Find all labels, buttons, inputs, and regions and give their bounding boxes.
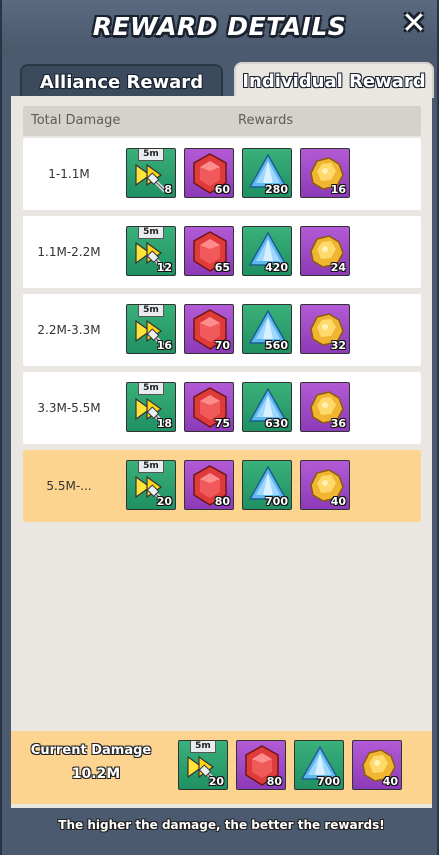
crystal-reward-item[interactable]: 700 [242, 460, 292, 510]
crystal-reward-item[interactable]: 280 [242, 148, 292, 198]
gem-reward-item[interactable]: 65 [184, 226, 234, 276]
ore-reward-item[interactable]: 36 [300, 382, 350, 432]
item-quantity: 40 [330, 495, 346, 508]
item-quantity: 60 [214, 183, 230, 196]
ore-reward-item[interactable]: 40 [352, 740, 402, 790]
item-quantity: 75 [214, 417, 230, 430]
damage-range: 1.1M-2.2M [37, 245, 101, 259]
close-icon[interactable]: ✕ [399, 9, 429, 39]
table-row: 5.5M-... 5m 20 80 700 40 [23, 450, 421, 522]
item-quantity: 80 [266, 775, 282, 788]
item-quantity: 700 [317, 775, 340, 788]
table-row: 2.2M-3.3M 5m 16 70 560 32 [23, 294, 421, 366]
ore-reward-item[interactable]: 40 [300, 460, 350, 510]
current-damage-label: Current Damage [30, 743, 152, 758]
item-quantity: 8 [164, 183, 172, 196]
damage-range: 1-1.1M [48, 167, 90, 181]
item-quantity: 20 [156, 495, 172, 508]
duration-tag: 5m [138, 227, 164, 239]
gem-reward-item[interactable]: 60 [184, 148, 234, 198]
gem-reward-item[interactable]: 70 [184, 304, 234, 354]
item-quantity: 65 [214, 261, 230, 274]
item-quantity: 16 [156, 339, 172, 352]
duration-tag: 5m [138, 305, 164, 317]
item-quantity: 20 [208, 775, 224, 788]
ore-reward-item[interactable]: 24 [300, 226, 350, 276]
item-quantity: 32 [330, 339, 346, 352]
total-damage-header: Total Damage [31, 113, 121, 128]
crystal-reward-item[interactable]: 560 [242, 304, 292, 354]
item-quantity: 80 [214, 495, 230, 508]
duration-tag: 5m [138, 461, 164, 473]
table-row: 1-1.1M 5m 8 60 280 16 [23, 138, 421, 210]
item-quantity: 18 [156, 417, 172, 430]
speedup-reward-item[interactable]: 5m 18 [126, 382, 176, 432]
rewards-header: Rewards [238, 113, 294, 128]
crystal-reward-item[interactable]: 630 [242, 382, 292, 432]
item-quantity: 70 [214, 339, 230, 352]
speedup-reward-item[interactable]: 5m 16 [126, 304, 176, 354]
tab-bar: Alliance Reward Individual Reward [20, 62, 434, 98]
damage-range: 5.5M-... [46, 479, 92, 493]
reward-details-window: REWARD DETAILS ✕ Alliance Reward Individ… [0, 0, 439, 855]
item-quantity: 630 [265, 417, 288, 430]
footer-hint: The higher the damage, the better the re… [58, 818, 385, 832]
gem-reward-item[interactable]: 80 [236, 740, 286, 790]
current-damage-value: 10.2M [71, 766, 121, 782]
speedup-reward-item[interactable]: 5m 20 [126, 460, 176, 510]
current-damage-bar: Current Damage 10.2M 5m 20 80 700 40 [11, 731, 432, 804]
reward-panel: Total Damage Rewards 1-1.1M 5m 8 60 280 16 1.1… [11, 96, 432, 808]
table-header: Total Damage Rewards [23, 106, 421, 136]
crystal-reward-item[interactable]: 700 [294, 740, 344, 790]
speedup-reward-item[interactable]: 5m 20 [178, 740, 228, 790]
speedup-reward-item[interactable]: 5m 8 [126, 148, 176, 198]
table-row: 1.1M-2.2M 5m 12 65 420 24 [23, 216, 421, 288]
item-quantity: 16 [330, 183, 346, 196]
item-quantity: 420 [265, 261, 288, 274]
item-quantity: 560 [265, 339, 288, 352]
duration-tag: 5m [190, 741, 216, 753]
damage-range: 3.3M-5.5M [37, 401, 101, 415]
window-header: REWARD DETAILS ✕ [2, 0, 437, 52]
ore-reward-item[interactable]: 16 [300, 148, 350, 198]
item-quantity: 700 [265, 495, 288, 508]
gem-reward-item[interactable]: 80 [184, 460, 234, 510]
tab-alliance-reward[interactable]: Alliance Reward [20, 64, 223, 98]
item-quantity: 280 [265, 183, 288, 196]
item-quantity: 12 [156, 261, 172, 274]
tab-individual-reward[interactable]: Individual Reward [234, 62, 434, 98]
table-row: 3.3M-5.5M 5m 18 75 630 36 [23, 372, 421, 444]
item-quantity: 36 [330, 417, 346, 430]
duration-tag: 5m [138, 149, 164, 161]
gem-reward-item[interactable]: 75 [184, 382, 234, 432]
ore-reward-item[interactable]: 32 [300, 304, 350, 354]
damage-range: 2.2M-3.3M [37, 323, 101, 337]
item-quantity: 40 [382, 775, 398, 788]
duration-tag: 5m [138, 383, 164, 395]
window-title: REWARD DETAILS [92, 11, 347, 41]
item-quantity: 24 [330, 261, 346, 274]
speedup-reward-item[interactable]: 5m 12 [126, 226, 176, 276]
crystal-reward-item[interactable]: 420 [242, 226, 292, 276]
